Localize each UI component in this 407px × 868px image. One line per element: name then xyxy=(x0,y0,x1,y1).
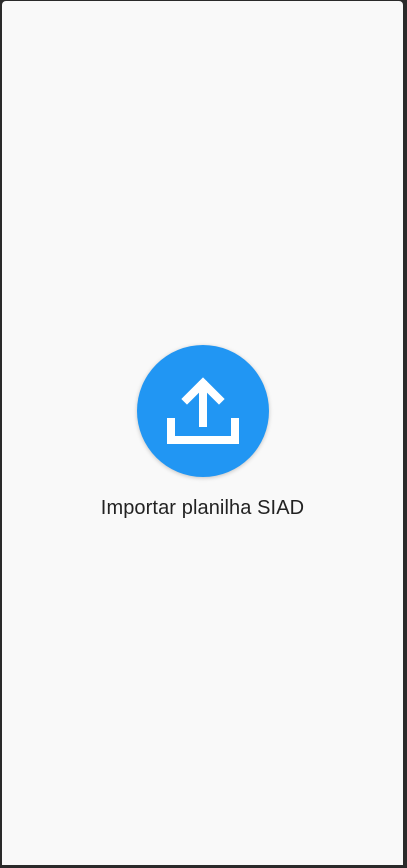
upload-icon xyxy=(167,377,239,444)
import-spreadsheet-button[interactable] xyxy=(137,345,269,477)
app-screen: Importar planilha SIAD xyxy=(2,1,403,865)
import-spreadsheet-label: Importar planilha SIAD xyxy=(100,497,305,519)
